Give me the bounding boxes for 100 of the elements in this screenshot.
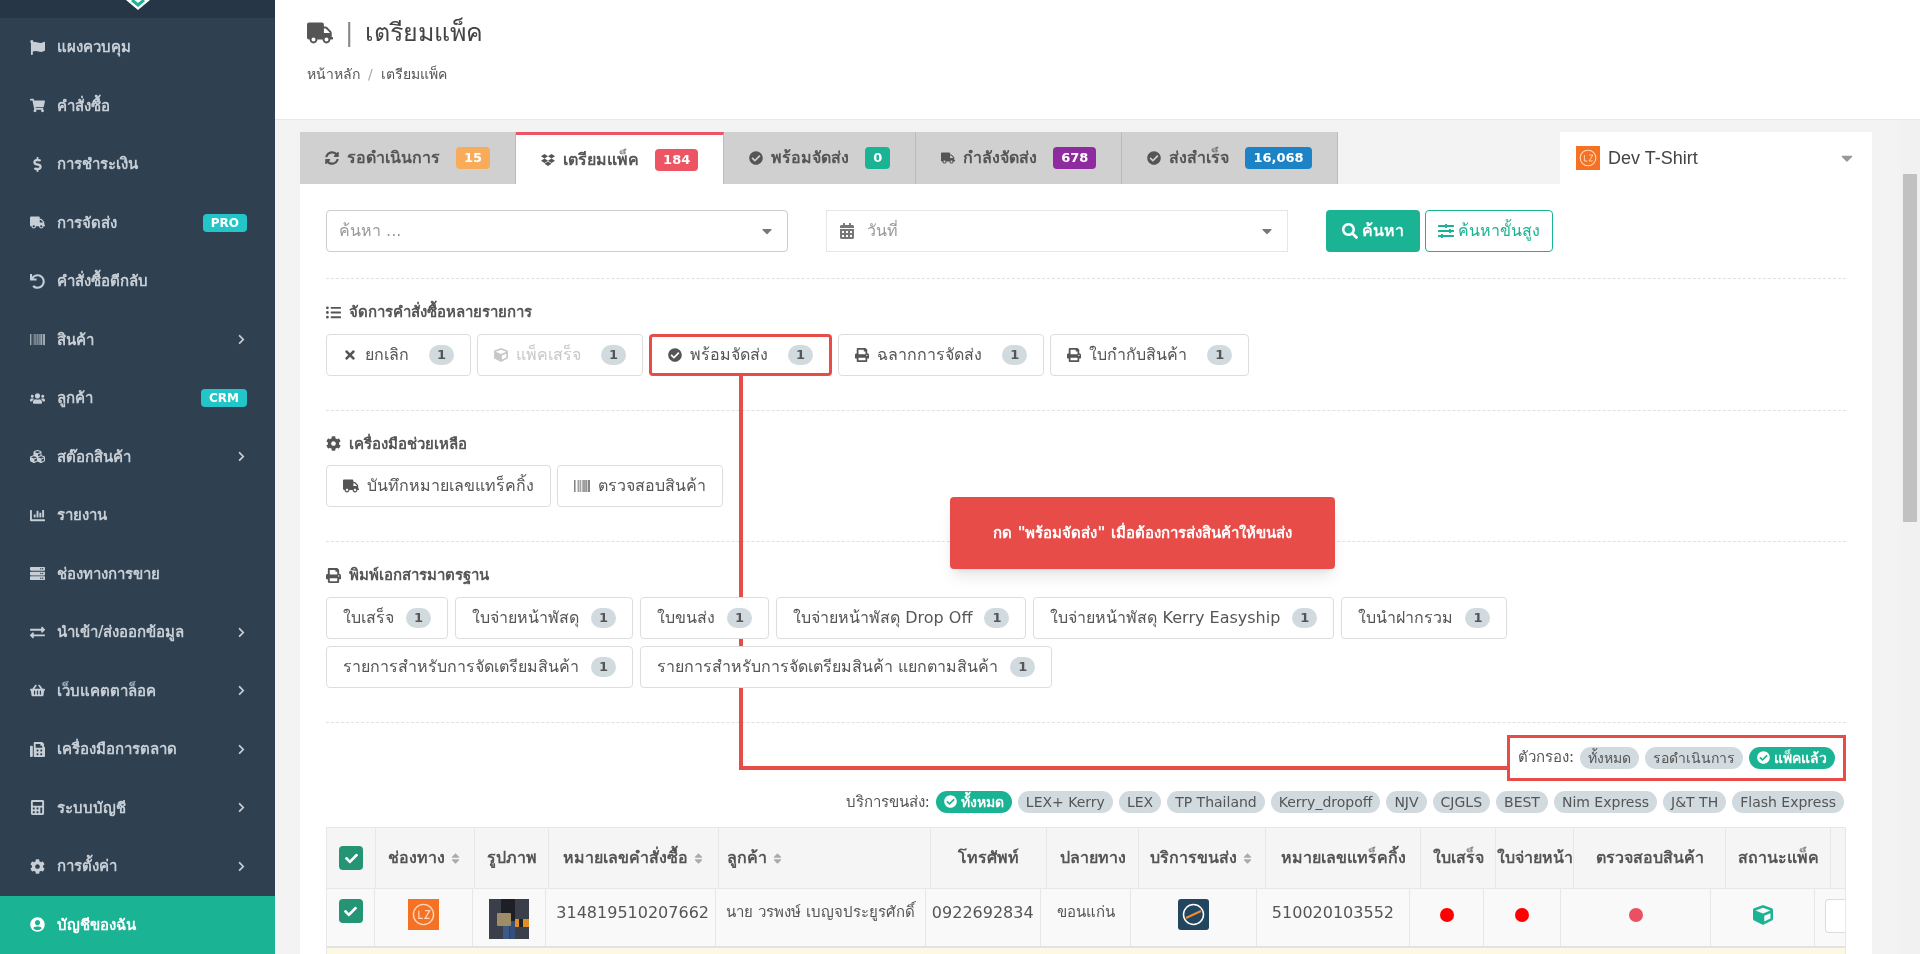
sidebar-item[interactable]: แผงควบคุม — [0, 18, 275, 77]
print-button[interactable]: ใบจ่ายหน้าพัสดุ 1 — [455, 596, 634, 639]
print-button[interactable]: ใบจ่ายหน้าพัสดุ Drop Off 1 — [776, 596, 1027, 639]
sidebar-item[interactable]: ลูกค้า CRM — [0, 369, 275, 428]
count-badge: 1 — [727, 607, 753, 628]
sidebar-item[interactable]: เว็บแคตตาล็อค — [0, 661, 275, 720]
tool-button[interactable]: ตรวจสอบสินค้า — [557, 465, 723, 507]
menu-icon — [30, 390, 45, 406]
check-icon — [943, 795, 957, 809]
check-icon — [344, 904, 358, 918]
menu-label: ลูกค้า — [57, 388, 94, 410]
print-button[interactable]: รายการสำหรับการจัดเตรียมสินค้า 1 — [326, 645, 634, 688]
print-button[interactable]: ใบเสร็จ 1 — [326, 596, 449, 639]
check-icon — [1757, 751, 1770, 764]
sidebar-item[interactable]: การชำระเงิน — [0, 135, 275, 194]
print-icon — [326, 567, 341, 583]
carrier-logo-icon — [1178, 899, 1210, 930]
tab-icon — [749, 151, 764, 165]
status-tab[interactable]: กำลังจัดส่ง 678 — [916, 132, 1123, 184]
count-badge: 1 — [984, 607, 1010, 628]
count-badge: 1 — [1010, 656, 1036, 677]
bulk-action-button[interactable]: พร้อมจัดส่ง 1 — [649, 333, 833, 376]
filter-chip[interactable]: TP Thailand — [1167, 790, 1265, 813]
menu-label: การชำระเงิน — [57, 154, 139, 175]
store-logo-icon — [408, 899, 440, 930]
tab-count-badge: 15 — [456, 147, 491, 169]
filter-chip[interactable]: LEX+ Kerry — [1017, 790, 1113, 813]
sidebar-item[interactable]: การตั้งค่า — [0, 837, 275, 896]
print-button[interactable]: รายการสำหรับการจัดเตรียมสินค้า แยกตามสินค้า 1 — [640, 645, 1053, 688]
menu-icon — [30, 800, 45, 816]
sidebar-item[interactable]: ระบบบัญชี — [0, 778, 275, 837]
bulk-action-button[interactable]: ฉลากการจัดส่ง 1 — [838, 333, 1045, 376]
menu-icon — [30, 917, 45, 933]
filter-chip[interactable]: Flash Express — [1732, 790, 1844, 813]
sidebar-item[interactable]: นำเข้า/ส่งออกข้อมูล — [0, 603, 275, 662]
print-button[interactable]: ใบจ่ายหน้าพัสดุ Kerry Easyship 1 — [1033, 596, 1335, 639]
menu-label: แผงควบคุม — [57, 37, 132, 59]
print-button[interactable]: ใบนำฝากรวม 1 — [1341, 596, 1508, 639]
status-tab[interactable]: รอดำเนินการ 15 — [300, 132, 517, 184]
sliders-icon — [1438, 223, 1454, 239]
filter-chip[interactable]: LEX — [1118, 790, 1162, 813]
print-button[interactable]: ใบขนส่ง 1 — [640, 596, 770, 639]
tool-icon — [343, 478, 359, 494]
checkbox[interactable] — [339, 846, 363, 870]
tab-count-badge: 678 — [1053, 147, 1097, 169]
filter-chip[interactable]: รอดำเนินการ — [1645, 746, 1743, 769]
menu-label: บัญชีของฉัน — [57, 914, 137, 936]
menu-label: รายงาน — [57, 505, 108, 526]
count-badge: 1 — [1465, 607, 1491, 628]
filter-chip[interactable]: Kerry_dropoff — [1270, 790, 1381, 813]
check-icon — [344, 851, 358, 865]
menu-icon — [30, 273, 45, 289]
menu-icon — [30, 566, 45, 582]
menu-icon — [30, 624, 45, 640]
sidebar-item[interactable]: ช่องทางการขาย — [0, 544, 275, 603]
status-tab[interactable]: เตรียมแพ็ค 184 — [516, 132, 725, 184]
count-badge: 1 — [406, 607, 432, 628]
breadcrumb-link[interactable]: หน้าหลัก — [307, 63, 360, 85]
callout: กด "พร้อมจัดส่ง" เมื่อต้องการส่งสินค้าให้ขนส่ง — [950, 497, 1335, 569]
menu-label: เว็บแคตตาล็อค — [57, 680, 157, 702]
filter-chip[interactable]: Nim Express — [1553, 790, 1658, 813]
count-badge: 1 — [788, 344, 814, 365]
tool-icon — [574, 478, 590, 494]
menu-icon — [30, 332, 45, 348]
sidebar-item[interactable]: สินค้า — [0, 310, 275, 369]
store-select[interactable]: Dev T-Shirt — [1560, 132, 1872, 184]
tab-count-badge: 184 — [655, 148, 699, 171]
checkbox[interactable] — [338, 899, 363, 923]
menu-label: การตั้งค่า — [57, 855, 224, 878]
sidebar-item[interactable]: สต๊อกสินค้า — [0, 427, 275, 486]
sidebar-item[interactable]: รายงาน — [0, 486, 275, 545]
menu-icon — [30, 858, 45, 874]
tab-icon — [1147, 151, 1162, 165]
filter-chip[interactable]: NJV — [1386, 790, 1427, 813]
filter-chip[interactable]: ทั้งหมด — [1580, 746, 1639, 769]
breadcrumb-current: เตรียมแพ็ค — [380, 64, 447, 84]
status-tab[interactable]: พร้อมจัดส่ง 0 — [724, 132, 917, 184]
menu-label: การจัดส่ง — [57, 212, 118, 234]
menu-icon — [30, 683, 45, 699]
menu-icon — [30, 215, 45, 231]
bulk-action-button[interactable]: ใบกำกับสินค้า 1 — [1050, 333, 1250, 376]
section-title: พิมพ์เอกสารมาตรฐาน — [349, 565, 489, 587]
count-badge: 1 — [429, 344, 455, 365]
sidebar-item[interactable]: การจัดส่ง PRO — [0, 193, 275, 252]
bulk-action-button[interactable]: ยกเลิก 1 — [326, 333, 472, 376]
tool-button[interactable]: บันทึกหมายเลขแทร็คกิ้ง — [326, 465, 551, 507]
tab-icon — [941, 151, 956, 165]
filter-chip[interactable]: BEST — [1496, 790, 1548, 813]
carrier-filter-label: บริการขนส่ง: — [845, 791, 930, 813]
menu-label: สินค้า — [57, 329, 95, 351]
filter-chip[interactable]: J&T TH — [1663, 790, 1727, 813]
sidebar-item[interactable]: เครื่องมือการตลาด — [0, 720, 275, 779]
status-tab[interactable]: ส่งสำเร็จ 16,068 — [1122, 132, 1338, 184]
menu-label: คำสั่งซื้อ — [57, 94, 111, 117]
sidebar-item[interactable]: คำสั่งซื้อ — [0, 76, 275, 135]
section-title: จัดการคำสั่งซื้อหลายรายการ — [349, 301, 532, 324]
action-icon — [1067, 347, 1082, 362]
tab-icon — [325, 151, 339, 165]
filter-chip[interactable]: CJGLS — [1432, 790, 1491, 813]
sidebar-item[interactable]: คำสั่งซื้อตีกลับ — [0, 252, 275, 311]
